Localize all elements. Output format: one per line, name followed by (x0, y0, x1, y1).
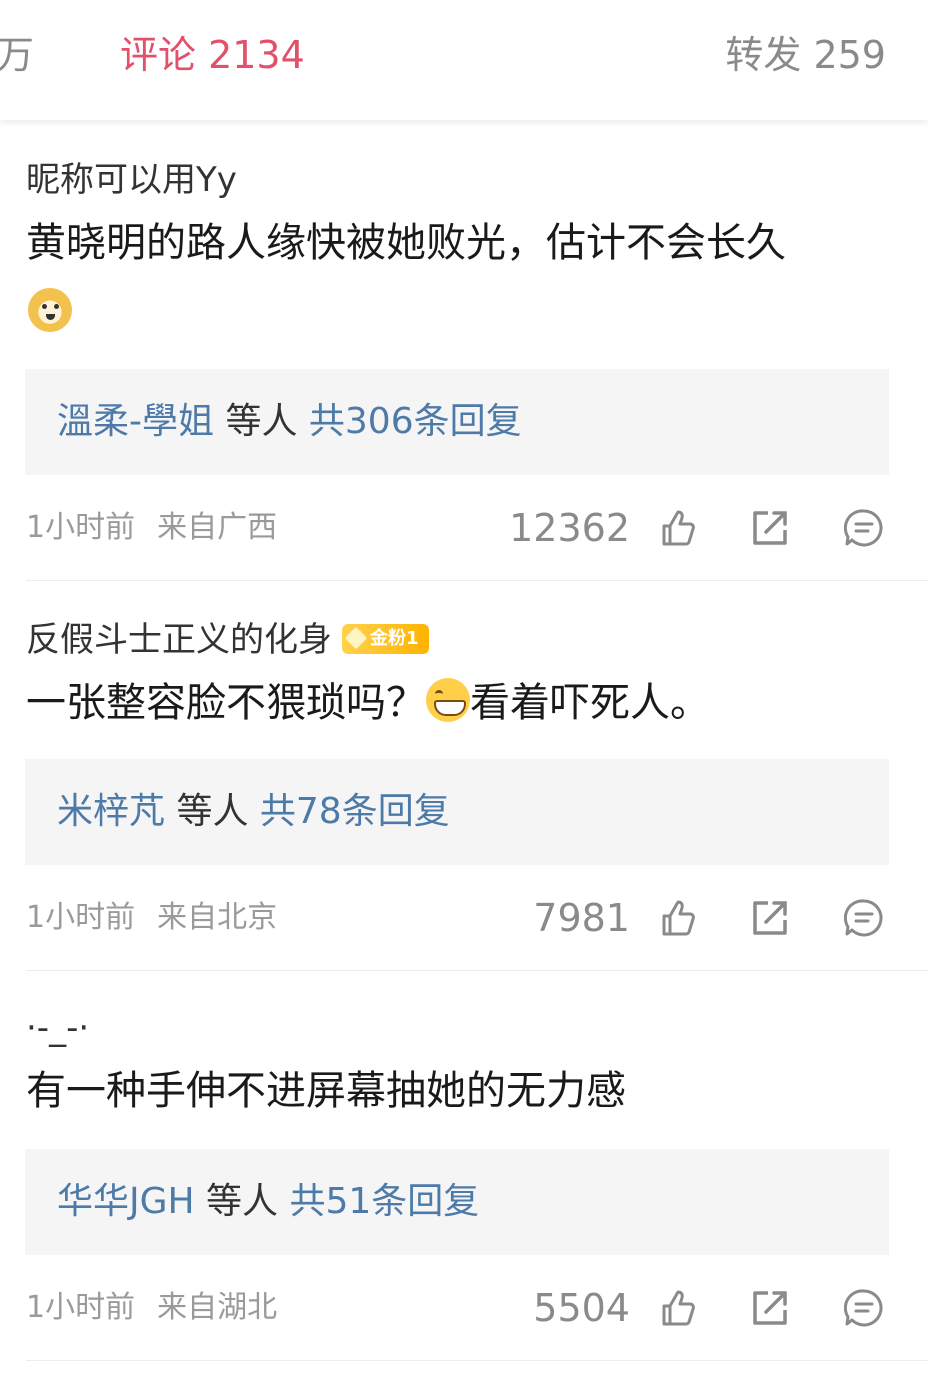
comment-time: 1小时前 (26, 510, 136, 545)
reply-mid: 等人 (165, 791, 260, 832)
reply-summary[interactable]: 华华JGH 等人 共51条回复 (25, 1149, 889, 1255)
reply-user[interactable]: 华华JGH (57, 1181, 195, 1222)
comment-location: 来自广西 (157, 510, 278, 545)
divider (26, 970, 928, 971)
like-count: 5504 (533, 1286, 630, 1330)
comment-text-content: 黄晓明的路人缘快被她败光，估计不会长久 (26, 220, 786, 266)
divider (26, 580, 928, 581)
reply-mid: 等人 (194, 1181, 290, 1222)
reply-summary[interactable]: 溫柔-學姐 等人 共306条回复 (25, 369, 889, 475)
tab-comments[interactable]: 评论 2134 (120, 30, 305, 80)
comment-text: 一张整容脸不猥琐吗？ 看着吓死人。 (26, 674, 710, 732)
comment-icon[interactable] (844, 898, 884, 938)
tab-reposts[interactable]: 转发 259 (725, 30, 886, 80)
reply-user[interactable]: 溫柔-學姐 (57, 401, 214, 442)
comment-text: 有一种手伸不进屏幕抽她的无力感 (26, 1062, 626, 1120)
comment-nickname[interactable]: 昵称可以用Yy (26, 158, 237, 202)
thumb-up-icon[interactable] (658, 1288, 698, 1328)
fan-badge-label: 金粉1 (370, 627, 419, 649)
comment-nickname[interactable]: ·-_-· (26, 1006, 89, 1050)
comment-location: 来自北京 (157, 900, 278, 935)
tab-likes[interactable]: 万 (0, 30, 34, 80)
comment-icon[interactable] (844, 1288, 884, 1328)
grin-emoji-icon (426, 678, 470, 722)
share-icon[interactable] (750, 898, 790, 938)
comment-text-after: 看着吓死人。 (470, 680, 710, 726)
comment-meta: 1小时前 来自北京 (26, 898, 277, 938)
reply-mid: 等人 (214, 401, 309, 442)
comment-text-before: 一张整容脸不猥琐吗？ (26, 680, 426, 726)
comment-text: 黄晓明的路人缘快被她败光，估计不会长久 (26, 214, 786, 272)
reply-summary[interactable]: 米梓芃 等人 共78条回复 (25, 759, 889, 865)
comment-time: 1小时前 (26, 1290, 136, 1325)
tab-bar: 万 评论 2134 转发 259 (0, 0, 928, 120)
thumb-up-icon[interactable] (658, 508, 698, 548)
gem-icon (344, 626, 368, 649)
comment-icon[interactable] (844, 508, 884, 548)
comment-meta: 1小时前 来自湖北 (26, 1288, 277, 1328)
fan-badge[interactable]: 金粉1 (342, 623, 429, 654)
reply-user[interactable]: 米梓芃 (57, 791, 165, 832)
share-icon[interactable] (750, 1288, 790, 1328)
reply-count[interactable]: 共78条回复 (260, 791, 450, 832)
comment-time: 1小时前 (26, 900, 136, 935)
comment-nickname[interactable]: 反假斗士正义的化身 金粉1 (26, 618, 429, 662)
comment-nickname-text[interactable]: 反假斗士正义的化身 (26, 620, 332, 660)
comment-text-content: 有一种手伸不进屏幕抽她的无力感 (26, 1068, 626, 1114)
reply-count[interactable]: 共306条回复 (309, 401, 522, 442)
share-icon[interactable] (750, 508, 790, 548)
comment-location: 来自湖北 (157, 1290, 278, 1325)
like-count: 12362 (509, 506, 630, 550)
comment-meta: 1小时前 来自广西 (26, 508, 277, 548)
doge-emoji-icon (28, 288, 72, 332)
reply-count[interactable]: 共51条回复 (289, 1181, 479, 1222)
thumb-up-icon[interactable] (658, 898, 698, 938)
like-count: 7981 (533, 896, 630, 940)
divider (26, 1360, 928, 1361)
